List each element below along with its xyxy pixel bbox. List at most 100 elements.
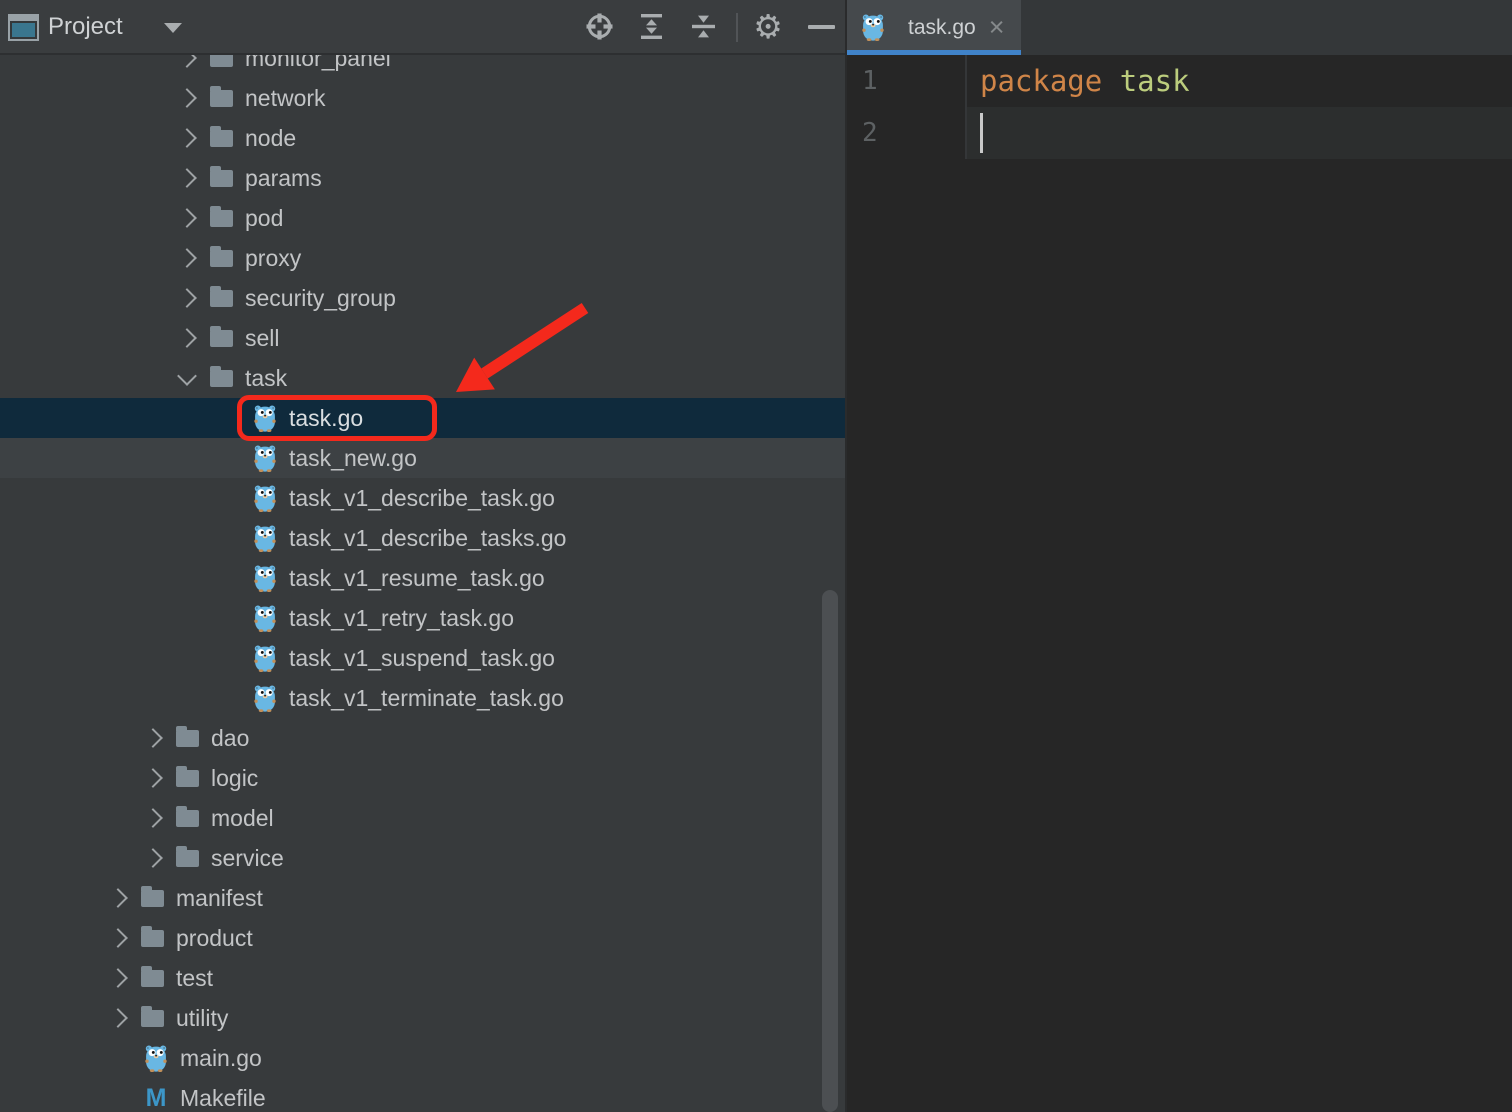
tree-row[interactable]: params [0, 158, 845, 198]
tree-item-label: logic [211, 765, 258, 792]
tree-item-label: node [245, 125, 296, 152]
tree-item-label: test [176, 965, 213, 992]
folder-icon [210, 250, 233, 267]
folder-icon [176, 770, 199, 787]
tree-row[interactable]: model [0, 798, 845, 838]
go-file-icon [253, 685, 277, 712]
code-line[interactable]: package task [967, 55, 1512, 107]
tree-row[interactable]: sell [0, 318, 845, 358]
project-panel-header: Project [0, 0, 845, 55]
tree-row[interactable]: pod [0, 198, 845, 238]
tree-row[interactable]: network [0, 78, 845, 118]
chevron-right-icon[interactable] [177, 55, 197, 68]
hide-panel-button[interactable] [805, 11, 837, 43]
folder-icon [141, 970, 164, 987]
collapse-all-button[interactable] [687, 11, 719, 43]
go-file-icon [253, 565, 277, 592]
chevron-right-icon[interactable] [177, 328, 197, 348]
tab-task-go[interactable]: task.go × [847, 0, 1021, 55]
collapse-all-icon [688, 11, 719, 42]
folder-icon [210, 290, 233, 307]
editor-body: 12 package task [847, 55, 1512, 159]
tree-row[interactable]: task_v1_describe_tasks.go [0, 518, 845, 558]
expand-all-button[interactable] [635, 11, 667, 43]
tree-item-label: params [245, 165, 322, 192]
folder-icon [210, 370, 233, 387]
tree-row[interactable]: task_v1_resume_task.go [0, 558, 845, 598]
settings-button[interactable]: ⚙ [752, 11, 784, 43]
chevron-right-icon[interactable] [108, 1008, 128, 1028]
folder-icon [210, 55, 233, 67]
chevron-right-icon[interactable] [143, 768, 163, 788]
folder-icon [210, 90, 233, 107]
tree-row[interactable]: test [0, 958, 845, 998]
tree-row[interactable]: logic [0, 758, 845, 798]
tree-item-label: sell [245, 325, 280, 352]
chevron-right-icon[interactable] [177, 288, 197, 308]
tree-row[interactable]: proxy [0, 238, 845, 278]
chevron-down-icon[interactable] [164, 23, 182, 33]
tree-row[interactable]: utility [0, 998, 845, 1038]
folder-icon [210, 330, 233, 347]
tree-item-label: task_v1_describe_task.go [289, 485, 555, 512]
expand-all-icon [636, 11, 667, 42]
tree-item-label: product [176, 925, 253, 952]
tool-window-icon [8, 14, 39, 41]
tree-item-label: network [245, 85, 326, 112]
chevron-right-icon[interactable] [143, 848, 163, 868]
editor-pane: task.go × 12 package task [845, 0, 1512, 1112]
code-line[interactable] [967, 107, 1512, 159]
tree-row[interactable]: MMakefile [0, 1078, 845, 1112]
tree-item-label: task_v1_terminate_task.go [289, 685, 564, 712]
gear-icon: ⚙ [753, 10, 783, 43]
tree-row[interactable]: product [0, 918, 845, 958]
chevron-right-icon[interactable] [108, 968, 128, 988]
tree-row[interactable]: task_v1_suspend_task.go [0, 638, 845, 678]
tree-item-label: task [245, 365, 287, 392]
select-opened-file-button[interactable] [583, 11, 615, 43]
code-token: task [1120, 64, 1190, 98]
chevron-right-icon[interactable] [108, 888, 128, 908]
folder-icon [176, 730, 199, 747]
chevron-down-icon[interactable] [177, 366, 197, 386]
tree-row[interactable]: monitor_panel [0, 55, 845, 78]
tree-row[interactable]: security_group [0, 278, 845, 318]
toolbar-separator [736, 13, 738, 42]
tree-row[interactable]: task_new.go [0, 438, 845, 478]
folder-icon [176, 850, 199, 867]
chevron-right-icon[interactable] [143, 728, 163, 748]
tree-row[interactable]: task [0, 358, 845, 398]
panel-title[interactable]: Project [48, 0, 123, 53]
text-caret [980, 113, 983, 153]
tree-item-label: model [211, 805, 274, 832]
tree-item-label: task_v1_resume_task.go [289, 565, 545, 592]
scrollbar-thumb[interactable] [822, 590, 838, 1112]
go-file-icon [253, 405, 277, 432]
chevron-right-icon[interactable] [177, 168, 197, 188]
tree-row[interactable]: main.go [0, 1038, 845, 1078]
chevron-right-icon[interactable] [177, 208, 197, 228]
tree-item-label: utility [176, 1005, 228, 1032]
ide-window: Project [0, 0, 1512, 1112]
code-token: package [980, 64, 1102, 98]
chevron-right-icon[interactable] [143, 808, 163, 828]
chevron-right-icon[interactable] [177, 88, 197, 108]
tree-row[interactable]: task.go [0, 398, 845, 438]
tree-row[interactable]: manifest [0, 878, 845, 918]
close-icon[interactable]: × [989, 14, 1005, 41]
chevron-right-icon[interactable] [177, 128, 197, 148]
tree-row[interactable]: task_v1_terminate_task.go [0, 678, 845, 718]
tree-row[interactable]: task_v1_retry_task.go [0, 598, 845, 638]
tree-row[interactable]: service [0, 838, 845, 878]
tree-row[interactable]: node [0, 118, 845, 158]
tree-row[interactable]: dao [0, 718, 845, 758]
chevron-right-icon[interactable] [108, 928, 128, 948]
chevron-right-icon[interactable] [177, 248, 197, 268]
code-area[interactable]: package task [965, 55, 1512, 159]
folder-icon [210, 210, 233, 227]
go-file-icon [253, 485, 277, 512]
folder-icon [210, 170, 233, 187]
go-file-icon [253, 445, 277, 472]
code-token [1102, 64, 1119, 98]
tree-row[interactable]: task_v1_describe_task.go [0, 478, 845, 518]
